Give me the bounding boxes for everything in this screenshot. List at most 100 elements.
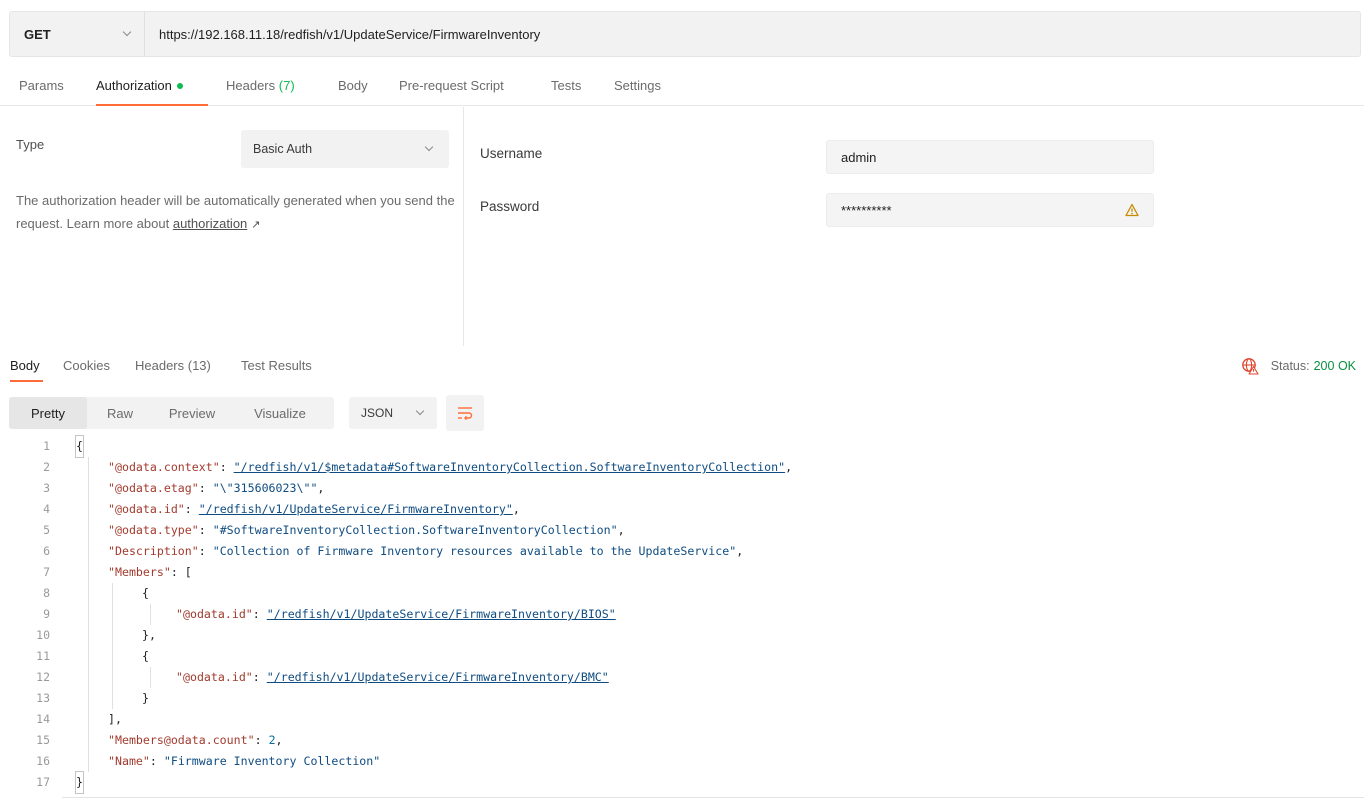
line-number: 3 (43, 481, 50, 495)
code-content: "Name": "Firmware Inventory Collection" (108, 754, 381, 768)
code-content: { (142, 583, 149, 604)
warning-icon[interactable] (1125, 203, 1139, 217)
password-input[interactable] (841, 202, 1125, 218)
code-bottom-divider (62, 797, 1364, 798)
status-value: 200 OK (1313, 359, 1356, 373)
code-line: 7 "Members": [ (0, 562, 1364, 583)
request-url-bar: GET (9, 11, 1361, 57)
json-link-value[interactable]: "/redfish/v1/UpdateService/FirmwareInven… (267, 607, 616, 621)
method-selector[interactable]: GET (10, 12, 145, 56)
json-link-value[interactable]: "/redfish/v1/$metadata#SoftwareInventory… (234, 460, 785, 474)
tab-headers-count: (7) (278, 78, 295, 93)
auth-type-select[interactable]: Basic Auth (241, 130, 449, 168)
password-label: Password (480, 199, 540, 214)
json-key: "@odata.type" (108, 523, 199, 537)
auth-type-label: Type (16, 137, 45, 152)
tab-headers[interactable]: Headers (7) (226, 78, 295, 93)
code-line: 4 "@odata.id": "/redfish/v1/UpdateService… (0, 499, 1364, 520)
code-line: 13} (0, 688, 1364, 709)
json-link-value[interactable]: "/redfish/v1/UpdateService/FirmwareInven… (199, 502, 513, 516)
code-line: 2 "@odata.context": "/redfish/v1/$metadat… (0, 457, 1364, 478)
line-number: 16 (36, 754, 50, 768)
code-line: 10}, (0, 625, 1364, 646)
tab-response-headers[interactable]: Headers (13) (135, 358, 211, 373)
line-number: 7 (43, 565, 50, 579)
tab-settings[interactable]: Settings (614, 78, 661, 93)
json-link-value[interactable]: "/redfish/v1/UpdateService/FirmwareInven… (267, 670, 609, 684)
code-content: }, (142, 625, 156, 646)
globe-warning-icon[interactable] (1241, 357, 1259, 375)
line-number: 1 (43, 439, 50, 453)
tab-tests[interactable]: Tests (551, 78, 581, 93)
code-line: 1{ (0, 435, 1364, 458)
request-tabs: Params Authorization Headers (7) Body Pr… (0, 66, 1364, 106)
code-line: 17} (0, 771, 1364, 794)
username-input[interactable] (841, 149, 1139, 165)
json-string-value: "Firmware Inventory Collection" (163, 754, 381, 768)
json-brace: { (142, 586, 149, 600)
line-number: 14 (36, 712, 50, 726)
code-line: 5 "@odata.type": "#SoftwareInventoryColle… (0, 520, 1364, 541)
line-number: 17 (36, 775, 50, 789)
json-bracket: ], (108, 712, 122, 726)
username-field[interactable] (826, 140, 1154, 174)
tab-headers-label: Headers (226, 78, 276, 93)
auth-help-text: The authorization header will be automat… (16, 189, 456, 237)
code-content: "@odata.type": "#SoftwareInventoryCollec… (108, 523, 625, 537)
password-field[interactable] (826, 193, 1154, 227)
view-pretty-button[interactable]: Pretty (9, 397, 87, 429)
response-active-underline (10, 380, 43, 382)
tab-body[interactable]: Body (338, 78, 368, 93)
response-tabs: Body Cookies Headers (13) Test Results (0, 352, 1364, 382)
username-label: Username (480, 146, 543, 161)
tab-response-body[interactable]: Body (10, 358, 40, 373)
tab-authorization[interactable]: Authorization (96, 78, 183, 93)
code-line: 16 "Name": "Firmware Inventory Collection… (0, 751, 1364, 772)
json-key: "@odata.etag" (108, 481, 199, 495)
code-line: 6 "Description": "Collection of Firmware … (0, 541, 1364, 562)
json-brace: } (142, 691, 149, 705)
line-number: 4 (43, 502, 50, 516)
active-indicator-dot (176, 82, 183, 89)
line-number: 6 (43, 544, 50, 558)
chevron-down-icon (122, 27, 132, 37)
chevron-down-icon (424, 142, 434, 152)
json-string-value: "Collection of Firmware Inventory resour… (212, 544, 737, 558)
tab-authorization-label: Authorization (96, 78, 172, 93)
code-content: "Members@odata.count": 2, (108, 733, 283, 747)
code-content: "@odata.context": "/redfish/v1/$metadata… (108, 460, 793, 474)
response-status: Status: 200 OK (1241, 357, 1356, 375)
url-input[interactable] (145, 12, 1360, 56)
tab-cookies[interactable]: Cookies (63, 358, 110, 373)
json-bracket: [ (184, 565, 192, 579)
code-content: "@odata.id": "/redfish/v1/UpdateService/… (176, 670, 609, 684)
view-mode-segment: Pretty Raw Preview Visualize (9, 397, 334, 429)
view-raw-button[interactable]: Raw (87, 397, 153, 429)
line-number: 9 (43, 607, 50, 621)
json-string-value: "#SoftwareInventoryCollection.SoftwareIn… (212, 523, 618, 537)
line-number: 10 (36, 628, 50, 642)
response-body-code[interactable]: 1{ 2 "@odata.context": "/redfish/v1/$meta… (0, 435, 1364, 800)
code-content: "Description": "Collection of Firmware I… (108, 544, 744, 558)
json-string-value: "\"315606023\"" (212, 481, 318, 495)
wrap-lines-button[interactable] (446, 395, 484, 431)
tab-test-results[interactable]: Test Results (241, 358, 312, 373)
json-key: "Name" (108, 754, 150, 768)
response-view-bar: Pretty Raw Preview Visualize JSON (9, 395, 484, 431)
json-brace: }, (142, 628, 156, 642)
json-brace: { (142, 649, 149, 663)
json-brace: } (75, 771, 84, 794)
code-content: } (142, 688, 149, 709)
view-visualize-button[interactable]: Visualize (231, 397, 329, 429)
code-line: 9 "@odata.id": "/redfish/v1/UpdateService… (0, 604, 1364, 625)
format-select[interactable]: JSON (349, 397, 437, 429)
line-number: 11 (36, 649, 50, 663)
auth-type-value: Basic Auth (253, 142, 313, 156)
status-label: Status: (1270, 359, 1310, 373)
json-key: "@odata.context" (108, 460, 220, 474)
view-preview-button[interactable]: Preview (153, 397, 231, 429)
tab-params[interactable]: Params (19, 78, 64, 93)
authorization-docs-link[interactable]: authorization (173, 216, 247, 231)
tab-pre-request-script[interactable]: Pre-request Script (399, 78, 504, 93)
external-link-icon: ↗ (251, 219, 261, 231)
